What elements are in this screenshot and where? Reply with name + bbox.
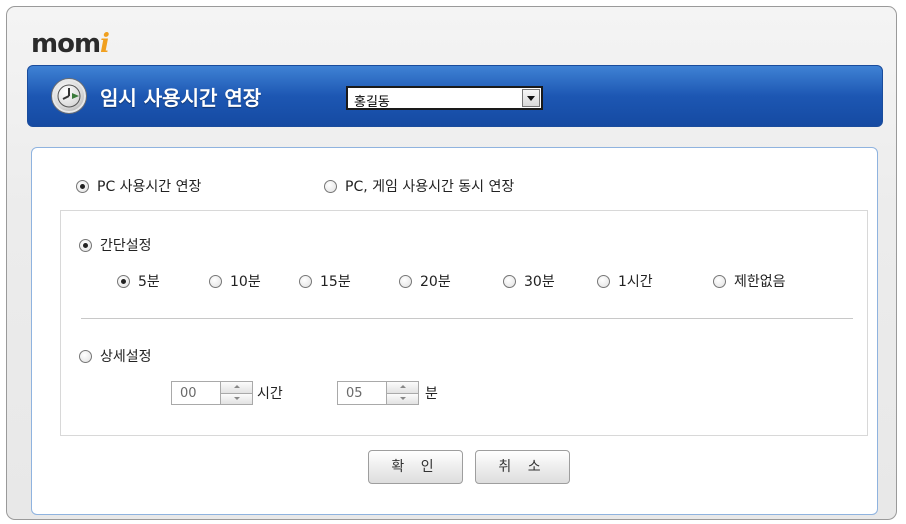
hours-up-button[interactable] [220, 381, 253, 394]
radio-icon[interactable] [79, 349, 92, 363]
momi-logo: momi [31, 29, 110, 59]
clock-icon [52, 79, 86, 113]
radio-icon[interactable] [713, 274, 726, 288]
option-15min[interactable]: 15분 [299, 271, 351, 291]
hours-input[interactable]: 00 [171, 381, 220, 405]
ok-button[interactable]: 확 인 [368, 450, 463, 484]
divider [81, 318, 853, 319]
hours-stepper[interactable]: 00 [171, 381, 253, 405]
radio-icon[interactable] [209, 274, 222, 288]
radio-icon[interactable] [79, 238, 92, 252]
user-select[interactable]: 홍길동 [346, 86, 543, 110]
minutes-down-button[interactable] [386, 393, 419, 405]
minutes-unit-label: 분 [425, 386, 438, 402]
minutes-up-button[interactable] [386, 381, 419, 394]
options-panel: PC 사용시간 연장 PC, 게임 사용시간 동시 연장 간단설정 5분 10분… [31, 147, 878, 515]
dialog-window: momi 임시 사용시간 연장 홍길동 PC 사용시간 연장 PC, 게임 사용… [6, 6, 897, 520]
option-5min[interactable]: 5분 [117, 271, 160, 291]
radio-icon[interactable] [299, 274, 312, 288]
option-10min[interactable]: 10분 [209, 271, 261, 291]
radio-icon[interactable] [503, 274, 516, 288]
minutes-stepper[interactable]: 05 [337, 381, 419, 405]
radio-icon[interactable] [117, 274, 130, 288]
dropdown-arrow-icon[interactable] [522, 89, 540, 107]
option-unlimited[interactable]: 제한없음 [713, 271, 786, 291]
hours-unit-label: 시간 [257, 386, 283, 402]
mode-pc-radio[interactable]: PC 사용시간 연장 [76, 176, 201, 196]
dialog-title: 임시 사용시간 연장 [100, 86, 262, 110]
option-1hour[interactable]: 1시간 [597, 271, 653, 291]
option-30min[interactable]: 30분 [503, 271, 555, 291]
user-select-value: 홍길동 [354, 95, 390, 110]
radio-icon[interactable] [324, 179, 337, 193]
radio-icon[interactable] [399, 274, 412, 288]
radio-icon[interactable] [597, 274, 610, 288]
minutes-input[interactable]: 05 [337, 381, 386, 405]
cancel-button[interactable]: 취 소 [475, 450, 570, 484]
dialog-header: 임시 사용시간 연장 홍길동 [27, 65, 883, 127]
mode-pc-game-radio[interactable]: PC, 게임 사용시간 동시 연장 [324, 176, 514, 196]
detail-settings-radio[interactable]: 상세설정 [79, 346, 152, 366]
simple-settings-radio[interactable]: 간단설정 [79, 235, 152, 255]
option-20min[interactable]: 20분 [399, 271, 451, 291]
radio-icon[interactable] [76, 179, 89, 193]
hours-down-button[interactable] [220, 393, 253, 405]
settings-group: 간단설정 5분 10분 15분 20분 30분 1시간 제한없음 상세설정 00… [60, 210, 868, 436]
